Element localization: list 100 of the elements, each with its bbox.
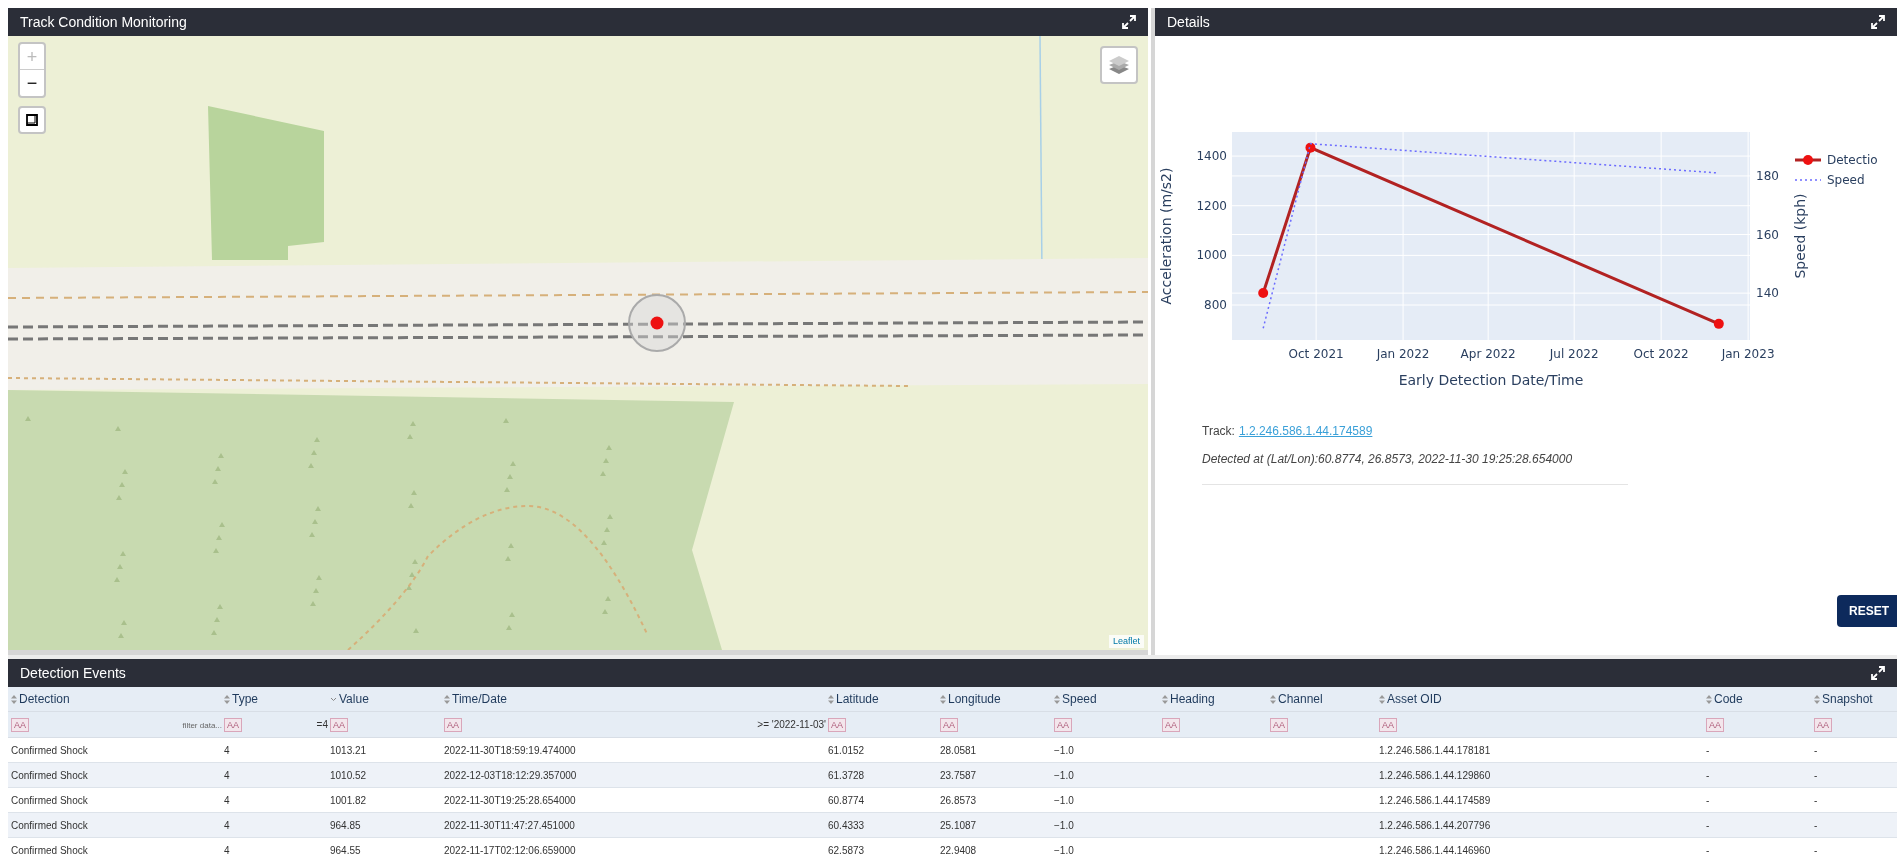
table-cell-text: −1.0	[1054, 793, 1074, 808]
legend-label[interactable]: Detectio	[1827, 153, 1878, 167]
case-toggle[interactable]: AA	[1814, 717, 1832, 732]
table-cell-text: −1.0	[1054, 843, 1074, 858]
table-cell-text: 22.9408	[940, 843, 977, 858]
expand-icon[interactable]	[1871, 15, 1885, 29]
fullscreen-button[interactable]	[18, 106, 46, 134]
column-header[interactable]: Latitude	[828, 687, 940, 711]
detection-info: Detected at (Lat/Lon):60.8774, 26.8573, 2022-11-30 19:25:28.654000	[1202, 451, 1574, 468]
panel-title: Detection Events	[20, 663, 126, 683]
map-view[interactable]: + − Leaflet	[8, 36, 1148, 655]
case-toggle[interactable]: AA	[330, 717, 348, 732]
column-header[interactable]: Asset OID	[1379, 687, 1706, 711]
table-cell-text: 1.2.246.586.1.44.146960	[1379, 843, 1491, 858]
y-tick-label: 1200	[1196, 198, 1227, 213]
expand-icon[interactable]	[1122, 15, 1136, 29]
case-toggle[interactable]: AA	[828, 717, 846, 732]
case-toggle[interactable]: AA	[11, 717, 29, 732]
y-tick-label: 180	[1756, 168, 1779, 183]
table-cell-text: 1001.82	[330, 793, 367, 808]
table-cell-text: -	[1814, 743, 1818, 758]
y-tick-label: 140	[1756, 286, 1779, 301]
expand-icon[interactable]	[1871, 666, 1885, 680]
table-cell-text: −1.0	[1054, 743, 1074, 758]
table-cell-text: -	[1706, 793, 1710, 808]
table-cell-text: 26.8573	[940, 793, 977, 808]
column-header[interactable]: Detection	[11, 687, 224, 711]
table-cell-text: 4	[224, 768, 230, 783]
zoom-out-button[interactable]: −	[20, 70, 44, 96]
table-cell-text: 2022-11-30T11:47:27.451000	[444, 818, 575, 833]
location-marker[interactable]	[627, 293, 687, 353]
table-cell-text: -	[1814, 818, 1818, 833]
column-header[interactable]: Longitude	[940, 687, 1054, 711]
legend-swatch[interactable]	[1795, 155, 1821, 165]
table-cell-text: -	[1706, 768, 1710, 783]
table-cell-text: 1013.21	[330, 743, 367, 758]
table-cell-text: 1.2.246.586.1.44.174589	[1379, 793, 1491, 808]
layers-button[interactable]	[1100, 46, 1138, 84]
table-cell-text: −1.0	[1054, 818, 1074, 833]
table-cell-text: 62.5873	[828, 843, 865, 858]
column-header[interactable]: Channel	[1270, 687, 1379, 711]
x-tick-label: Jul 2022	[1549, 347, 1599, 361]
table-cell-text: Confirmed Shock	[11, 768, 88, 783]
column-header[interactable]: Code	[1706, 687, 1814, 711]
table-cell-text: Confirmed Shock	[11, 793, 88, 808]
column-header[interactable]: Speed	[1054, 687, 1162, 711]
column-header[interactable]: Snapshot	[1814, 687, 1897, 711]
table-cell-text: 61.3728	[828, 768, 865, 783]
table-cell-text: 28.0581	[940, 743, 977, 758]
table-cell-text: 964.85	[330, 818, 361, 833]
table-row[interactable]: Confirmed Shock 4 964.85 2022-11-30T11:47:27.451000 60.4333 25.1087 −1.0 1.2.246.586.1.44.207796 - -	[8, 813, 1897, 838]
case-toggle[interactable]: AA	[1162, 717, 1180, 732]
x-tick-label: Jan 2023	[1721, 347, 1775, 361]
table-cell-text: 1.2.246.586.1.44.178181	[1379, 743, 1491, 758]
legend-label[interactable]: Speed	[1827, 173, 1865, 187]
table-cell-text: 964.55	[330, 843, 361, 858]
table-cell-text: -	[1814, 768, 1818, 783]
case-toggle[interactable]: AA	[224, 717, 242, 732]
table-cell-text: 61.0152	[828, 743, 865, 758]
y-axis-title: Speed (kph)	[1792, 193, 1808, 279]
y-tick-label: 160	[1756, 227, 1779, 242]
table-cell-text: 1.2.246.586.1.44.207796	[1379, 818, 1491, 833]
case-toggle[interactable]: AA	[1379, 717, 1397, 732]
column-header[interactable]: Time/Date	[444, 687, 828, 711]
table-cell-text: 4	[224, 843, 230, 858]
table-cell-text: 1.2.246.586.1.44.129860	[1379, 768, 1491, 783]
case-toggle[interactable]: AA	[940, 717, 958, 732]
table-cell-text: −1.0	[1054, 768, 1074, 783]
table-cell-text: 2022-11-30T19:25:28.654000	[444, 793, 576, 808]
table-cell-text: 23.7587	[940, 768, 977, 783]
panel-title: Details	[1167, 12, 1210, 32]
column-header[interactable]: Heading	[1162, 687, 1270, 711]
table-cell-text: -	[1814, 843, 1818, 858]
y-tick-label: 800	[1204, 298, 1227, 312]
table-cell-text: 60.8774	[828, 793, 865, 808]
column-header[interactable]: Type	[224, 687, 330, 711]
filter-field[interactable]: >= '2022-11-03'	[466, 717, 826, 732]
table-cell-text: Confirmed Shock	[11, 743, 88, 758]
table-cell-text: 2022-12-03T18:12:29.357000	[444, 768, 577, 783]
case-toggle[interactable]: AA	[1270, 717, 1288, 732]
table-row[interactable]: Confirmed Shock 4 1010.52 2022-12-03T18:12:29.357000 61.3728 23.7587 −1.0 1.2.246.586.1.44.129860 - -	[8, 763, 1897, 788]
table-cell-text: 4	[224, 743, 230, 758]
filter-field[interactable]: =4	[246, 717, 328, 732]
table-cell-text: 1010.52	[330, 768, 367, 783]
reset-button[interactable]: RESET	[1837, 595, 1897, 627]
table-cell-text: 4	[224, 818, 230, 833]
x-tick-label: Apr 2022	[1460, 347, 1516, 361]
table-cell-text: 4	[224, 793, 230, 808]
column-header[interactable]: Value	[330, 687, 444, 711]
filter-field[interactable]: filter data...	[33, 717, 222, 732]
layers-icon	[1108, 55, 1130, 75]
table-cell-text: 25.1087	[940, 818, 977, 833]
x-tick-label: Jan 2022	[1376, 347, 1430, 361]
table-cell-text: -	[1706, 743, 1710, 758]
panel-title: Track Condition Monitoring	[20, 12, 187, 32]
case-toggle[interactable]: AA	[1054, 717, 1072, 732]
table-cell-text: -	[1706, 818, 1710, 833]
case-toggle[interactable]: AA	[1706, 717, 1724, 732]
case-toggle[interactable]: AA	[444, 717, 462, 732]
table-cell-text: 60.4333	[828, 818, 865, 833]
